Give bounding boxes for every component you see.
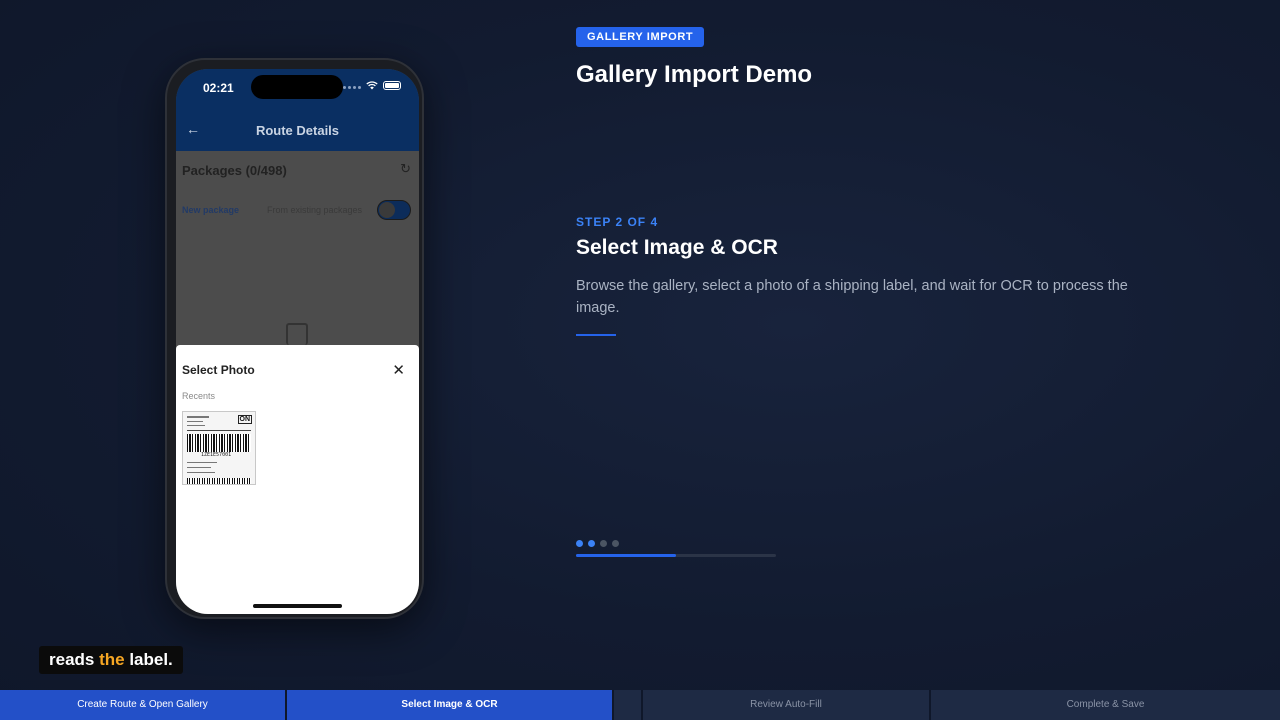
label-text-line [187, 416, 209, 418]
nav-bar: ← Route Details [176, 109, 419, 151]
demo-title: Gallery Import Demo [576, 61, 813, 88]
label-text-line [187, 421, 203, 422]
package-box-icon [286, 323, 308, 345]
tab-complete-save[interactable]: Complete & Save [931, 690, 1280, 720]
tab-review-autofill[interactable]: Review Auto-Fill [643, 690, 931, 720]
caption-text: reads [49, 650, 100, 669]
close-icon[interactable]: ✕ [392, 361, 405, 379]
accent-divider [576, 334, 616, 336]
signal-icon [343, 82, 361, 89]
status-icons [343, 81, 401, 90]
section-badge: GALLERY IMPORT [576, 27, 705, 47]
package-source-toggle[interactable] [377, 200, 411, 220]
nav-title: Route Details [255, 123, 340, 138]
sheet-title: Select Photo [182, 363, 255, 377]
step-label: STEP 2 OF 4 [576, 215, 659, 229]
step-dot [576, 540, 583, 547]
status-bar: 02:21 [176, 69, 419, 109]
subtitle-caption: reads the label. [39, 646, 183, 674]
barcode-number: 1ZE1E57001 [201, 452, 232, 458]
new-package-option[interactable]: New package [182, 205, 239, 215]
tab-spacer [614, 690, 643, 720]
phone-screen: 02:21 ← Route Details Packages (0/498) ↻… [176, 69, 419, 614]
dynamic-island [251, 75, 343, 99]
label-text-line [187, 462, 217, 463]
status-time: 02:21 [203, 81, 234, 95]
home-indicator [253, 604, 342, 608]
label-service-tag: ON [237, 415, 252, 424]
step-title: Select Image & OCR [576, 236, 778, 259]
progress-fill [576, 554, 676, 557]
label-text-line [187, 425, 205, 426]
phone-mockup: 02:21 ← Route Details Packages (0/498) ↻… [165, 58, 424, 619]
small-barcode-graphic [187, 478, 251, 484]
wifi-icon [366, 81, 378, 90]
tab-create-route[interactable]: Create Route & Open Gallery [0, 690, 287, 720]
refresh-icon[interactable]: ↻ [400, 161, 411, 177]
progress-track [576, 554, 776, 557]
label-text-line [187, 472, 215, 473]
step-dot [588, 540, 595, 547]
recents-label: Recents [182, 391, 216, 401]
caption-text: label. [124, 650, 173, 669]
shipping-label-thumbnail[interactable]: ON 1ZE1E57001 [182, 411, 256, 485]
tab-select-image[interactable]: Select Image & OCR [287, 690, 614, 720]
step-description: Browse the gallery, select a photo of a … [576, 278, 1128, 316]
step-dot [612, 540, 619, 547]
label-divider [187, 430, 251, 431]
step-dot [600, 540, 607, 547]
packages-title: Packages (0/498) [182, 163, 287, 178]
barcode-graphic [187, 434, 251, 452]
step-tabs: Create Route & Open Gallery Select Image… [0, 690, 1280, 720]
select-photo-sheet: Select Photo ✕ Recents ON 1ZE1E57001 [176, 345, 419, 614]
label-text-line [187, 467, 211, 468]
battery-icon [383, 81, 401, 90]
step-indicator [576, 540, 619, 547]
from-existing-option: From existing packages [267, 205, 363, 215]
caption-highlight: the [99, 650, 125, 669]
